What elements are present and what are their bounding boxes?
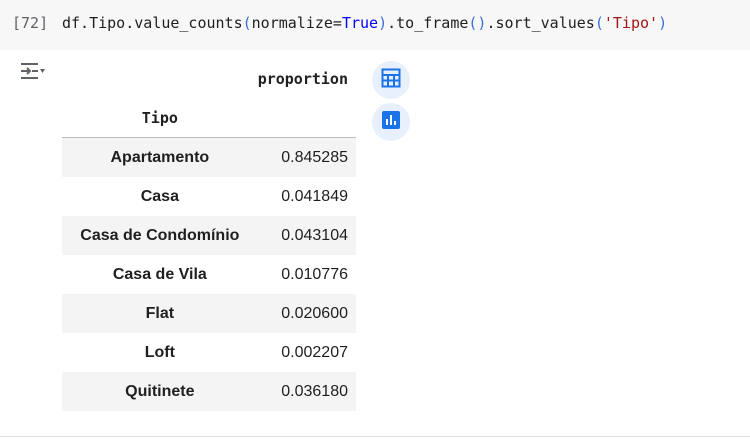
table-row: Loft 0.002207 [62,333,356,372]
code-token: () [468,14,487,32]
row-label: Loft [144,343,175,361]
row-value: 0.041849 [281,187,348,205]
row-label: Apartamento [110,148,210,166]
code-token: df.Tipo.value_counts [62,14,243,32]
table-row: Apartamento 0.845285 [62,137,356,177]
bar-chart-icon [381,110,401,135]
blank-header-cell [62,60,258,98]
code-token: .to_frame [387,14,469,32]
table-row: Casa 0.041849 [62,177,356,216]
dataframe-table: proportion Tipo Apartamento 0.845285 Cas… [62,60,356,411]
row-value: 0.020600 [281,304,348,322]
row-label: Quitinete [125,382,195,400]
blank-header-cell [257,98,356,138]
code-token: normalize= [251,14,342,32]
row-value: 0.043104 [281,226,348,244]
code-token: 'Tipo' [603,14,659,32]
table-row: Flat 0.020600 [62,294,356,333]
code-token: True [341,14,379,32]
index-name-header: Tipo [62,98,258,138]
row-value: 0.036180 [281,382,348,400]
row-value: 0.002207 [281,343,348,361]
table-row: Quitinete 0.036180 [62,372,356,411]
notebook-page: [72] df.Tipo.value_counts(normalize=True… [0,0,750,440]
row-value: 0.010776 [281,265,348,283]
table-row: Casa de Condomínio 0.043104 [62,216,356,255]
suggest-chart-button[interactable] [372,103,410,141]
table-icon [381,68,401,93]
code-token: ) [658,14,668,32]
output-collapse-icon[interactable] [18,60,46,84]
row-label: Casa de Vila [112,265,207,283]
execution-count: [72] [12,14,49,32]
table-row: Casa de Vila 0.010776 [62,255,356,294]
row-label: Casa [140,187,179,205]
row-label: Casa de Condomínio [80,226,240,244]
code-line[interactable]: df.Tipo.value_counts(normalize=True).to_… [62,14,667,32]
row-value: 0.845285 [281,148,348,166]
convert-to-interactive-table-button[interactable] [372,61,410,99]
code-token: ( [594,14,604,32]
row-label: Flat [145,304,175,322]
code-token: ( [242,14,252,32]
code-token: ) [378,14,388,32]
cell-divider [0,436,750,437]
code-token: .sort_values [486,14,595,32]
code-cell[interactable]: [72] df.Tipo.value_counts(normalize=True… [0,0,750,50]
column-header-proportion: proportion [257,70,348,88]
